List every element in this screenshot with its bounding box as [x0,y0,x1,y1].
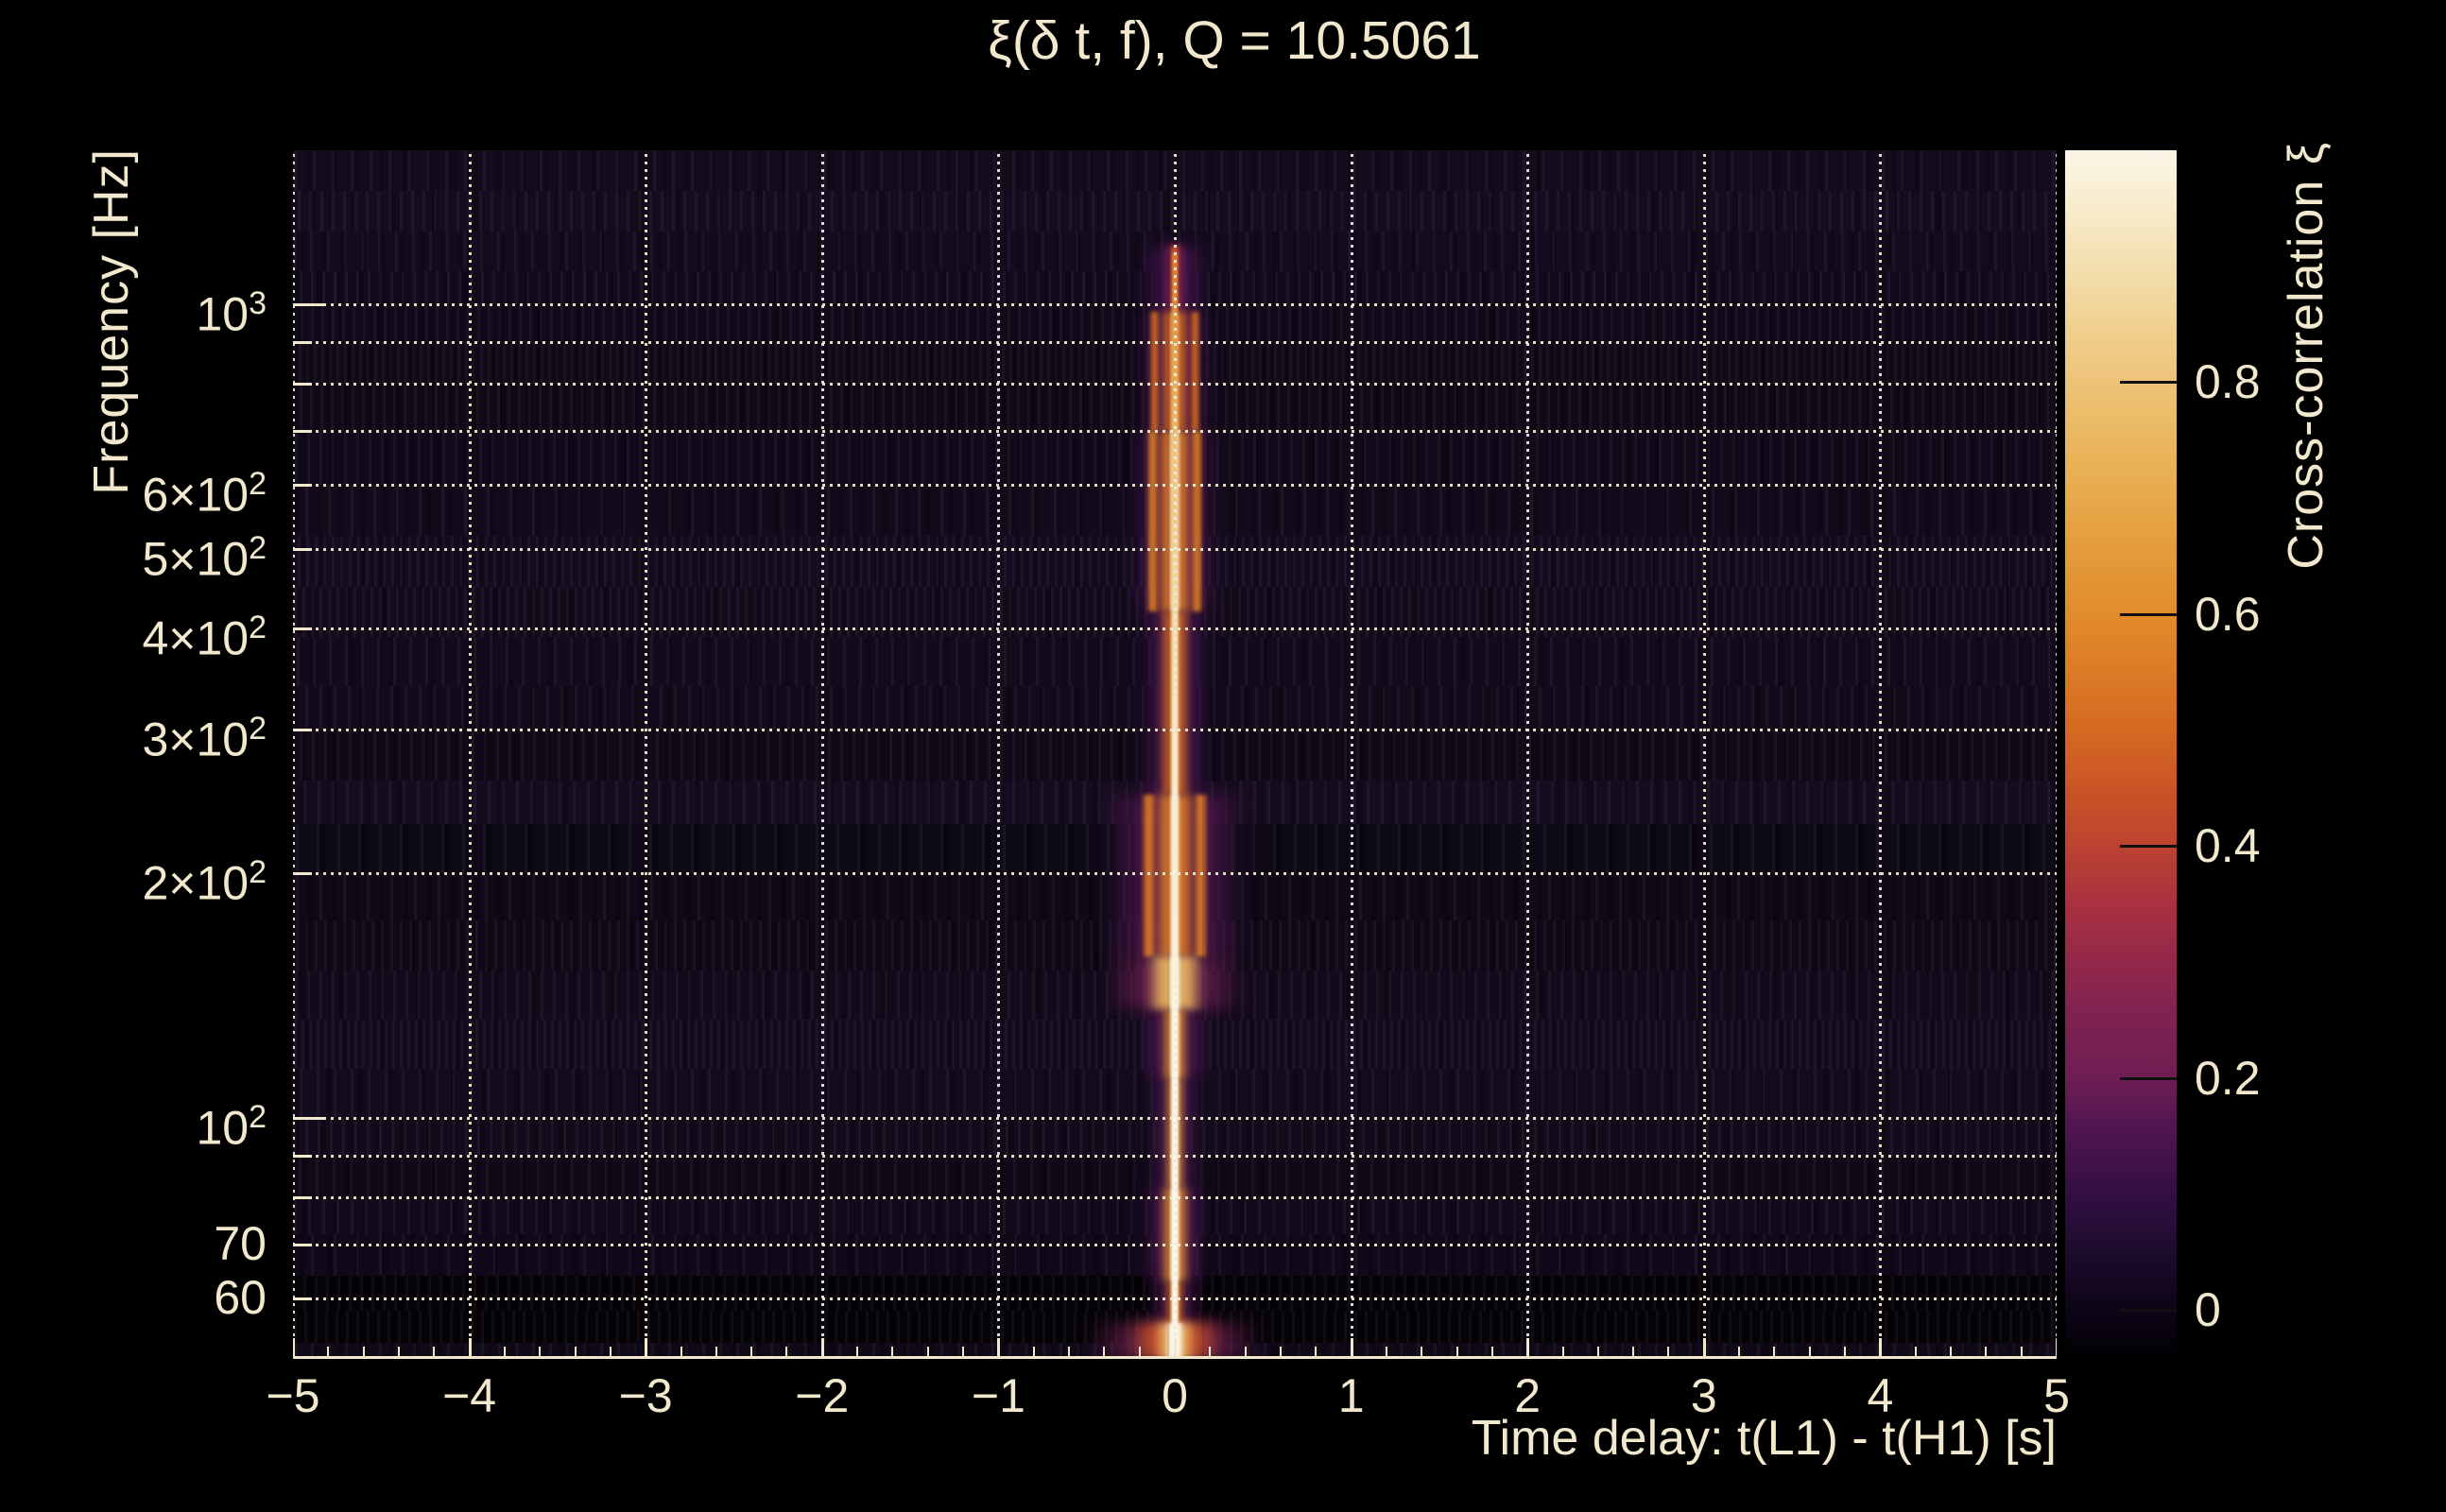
colorbar-title: Cross-correlation ξ [2279,142,2334,570]
colorbar-tick [2120,1076,2177,1080]
y-minor-tick [293,1243,312,1246]
x-gridline [1879,150,1883,1359]
x-gridline [293,150,295,1359]
x-tick-label: 5 [2043,1369,2070,1422]
x-tick-label: −2 [795,1369,850,1422]
heatmap-plot-area [293,150,2057,1359]
y-major-tick [293,1117,325,1121]
chart-title: ξ(δ t, f), Q = 10.5061 [988,10,1481,71]
colorbar-tick-label: 0.8 [2195,355,2261,409]
x-gridline [1350,150,1353,1359]
colorbar-tick-label: 0.4 [2195,819,2261,873]
x-gridline [1702,150,1706,1359]
figure: ξ(δ t, f), Q = 10.5061 Frequency [Hz] Ti… [0,0,2446,1512]
x-gridline [997,150,1001,1359]
y-tick-label: 103 [196,285,267,341]
x-tick-label: −3 [618,1369,673,1422]
x-tick-label: −1 [971,1369,1025,1422]
colorbar-tick [2120,1308,2177,1312]
colorbar-tick-label: 0.6 [2195,587,2261,641]
colorbar-tick [2120,381,2177,385]
y-minor-tick [293,1195,312,1199]
y-tick-label: 6×102 [142,466,267,522]
x-tick-label: −5 [266,1369,320,1422]
x-tick-label: 4 [1867,1369,1894,1422]
y-tick-label: 102 [196,1099,267,1155]
x-axis-title: Time delay: t(L1) - t(H1) [s] [1471,1411,2057,1466]
colorbar-tick [2120,845,2177,849]
y-tick-label: 3×102 [142,711,267,767]
y-minor-tick [293,872,312,876]
y-minor-tick [293,340,312,344]
x-gridline [2056,150,2057,1359]
x-gridline [1174,150,1177,1359]
colorbar-tick-label: 0.2 [2195,1051,2261,1105]
colorbar-tick [2120,612,2177,616]
y-tick-label: 60 [214,1271,267,1325]
x-gridline [468,150,472,1359]
colorbar-tick-label: 0 [2195,1282,2221,1336]
y-axis-title: Frequency [Hz] [84,148,139,495]
y-minor-tick [293,548,312,552]
y-tick-label: 2×102 [142,854,267,910]
y-tick-label: 5×102 [142,530,267,587]
x-gridline [820,150,824,1359]
y-minor-tick [293,1154,312,1158]
y-minor-tick [293,1297,312,1301]
y-minor-tick [293,429,312,433]
x-tick-label: 1 [1337,1369,1365,1422]
x-tick-label: −4 [442,1369,497,1422]
y-minor-tick [293,627,312,630]
y-major-tick [293,303,325,307]
y-minor-tick [293,382,312,386]
x-tick-label: 0 [1162,1369,1188,1422]
y-tick-label: 4×102 [142,609,267,665]
x-axis-line [293,1356,2057,1359]
y-tick-label: 70 [214,1216,267,1270]
x-tick-label: 2 [1514,1369,1542,1422]
y-minor-tick [293,729,312,732]
x-gridline [645,150,648,1359]
y-minor-tick [293,484,312,488]
colorbar [2065,150,2177,1356]
x-gridline [1526,150,1530,1359]
x-tick-label: 3 [1690,1369,1717,1422]
